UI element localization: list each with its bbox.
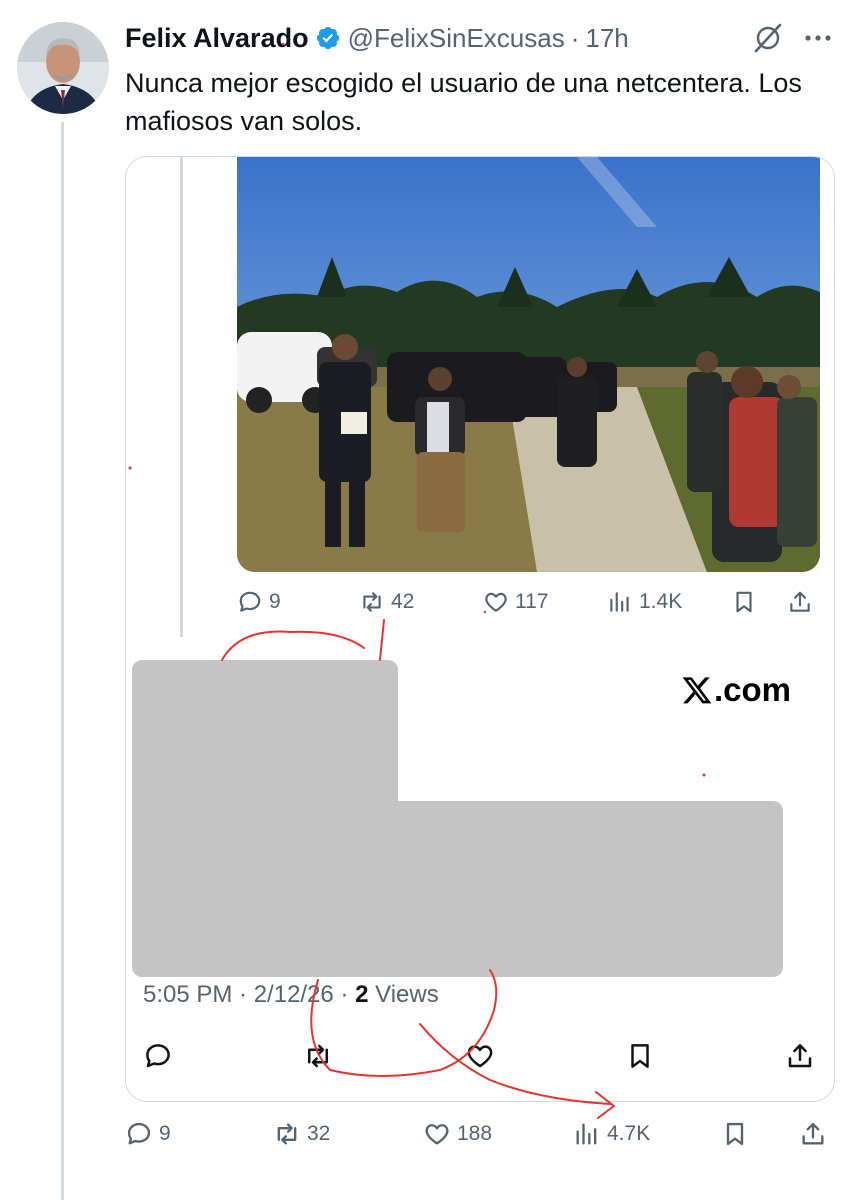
bookmark-icon [631, 1044, 649, 1068]
views-button[interactable]: 4.7K [573, 1120, 650, 1148]
repost-icon [277, 1123, 297, 1145]
inner-repost-count: 42 [391, 590, 415, 613]
inner-views-button[interactable]: 1.4K [607, 589, 682, 615]
post-meta: 5:05 PM · 2/12/26 · 2 Views [143, 981, 439, 1009]
inner-thread-line [180, 157, 183, 637]
card-share-button[interactable] [785, 1041, 815, 1071]
card-like-button[interactable] [465, 1041, 495, 1071]
share-icon [802, 1122, 824, 1145]
x-com-brand: .com [681, 671, 791, 709]
inner-repost-button[interactable]: 42 [359, 589, 414, 615]
bookmark-icon [736, 591, 752, 613]
card-reply-button[interactable] [143, 1041, 173, 1071]
post-datetime[interactable]: 5:05 PM · 2/12/26 · [143, 981, 355, 1008]
avatar-image [17, 22, 109, 114]
inner-views-count: 1.4K [639, 590, 683, 613]
share-button[interactable] [799, 1120, 827, 1148]
avatar[interactable] [17, 22, 109, 114]
x-logo-icon [682, 677, 712, 704]
views-count-main: 4.7K [607, 1122, 651, 1145]
redacted-area-bottom [132, 801, 783, 977]
tweet-time[interactable]: 17h [585, 23, 628, 54]
card-bookmark-button[interactable] [625, 1041, 655, 1071]
repost-count: 32 [307, 1122, 331, 1145]
quoted-inner-actions: 9 42 117 1.4K [237, 589, 820, 623]
more-icon[interactable] [803, 28, 833, 48]
inner-reply-count: 9 [269, 590, 281, 613]
views-count: 2 [355, 981, 369, 1008]
heart-icon [467, 1045, 493, 1068]
reply-button[interactable]: 9 [125, 1120, 171, 1148]
bookmark-button[interactable] [721, 1120, 749, 1148]
share-icon [790, 591, 810, 612]
reply-icon [239, 591, 261, 612]
views-chart-icon [576, 1123, 597, 1145]
tweet-header: Felix Alvarado @FelixSinExcusas · 17h [125, 20, 629, 56]
quoted-post-card[interactable]: 9 42 117 1.4K .com 5:05 PM · 2/12/26 · 2… [125, 156, 835, 1102]
views-chart-icon [610, 592, 629, 612]
tweet-text: Nunca mejor escogido el usuario de una n… [125, 68, 802, 136]
reply-count: 9 [159, 1122, 171, 1145]
author-handle[interactable]: @FelixSinExcusas [348, 23, 565, 54]
inner-share-button[interactable] [787, 589, 813, 615]
like-count: 188 [457, 1122, 493, 1145]
quoted-card-actions [143, 1041, 823, 1077]
like-button[interactable]: 188 [423, 1120, 492, 1148]
thread-line [61, 122, 64, 1200]
verified-badge-icon [316, 26, 339, 50]
photo-image [237, 157, 820, 572]
bookmark-icon [726, 1122, 744, 1146]
repost-button[interactable]: 32 [273, 1120, 330, 1148]
card-repost-button[interactable] [303, 1041, 333, 1071]
grok-icon[interactable] [752, 22, 784, 54]
inner-reply-button[interactable]: 9 [237, 589, 281, 615]
heart-icon [425, 1124, 449, 1145]
post-photo[interactable] [237, 157, 820, 572]
repost-icon [308, 1044, 328, 1068]
repost-icon [363, 592, 381, 612]
heart-icon [485, 592, 507, 612]
separator-dot: · [570, 22, 580, 53]
inner-like-button[interactable]: 117 [483, 589, 548, 615]
author-name[interactable]: Felix Alvarado [125, 23, 309, 54]
reply-icon [146, 1044, 170, 1068]
inner-like-count: 117 [515, 590, 549, 613]
reply-icon [127, 1122, 151, 1145]
share-icon [788, 1044, 812, 1068]
views-label: Views [368, 981, 439, 1008]
brand-suffix: .com [714, 671, 792, 708]
tweet-actions: 9 32 188 4.7K [125, 1120, 835, 1156]
inner-bookmark-button[interactable] [731, 589, 757, 615]
